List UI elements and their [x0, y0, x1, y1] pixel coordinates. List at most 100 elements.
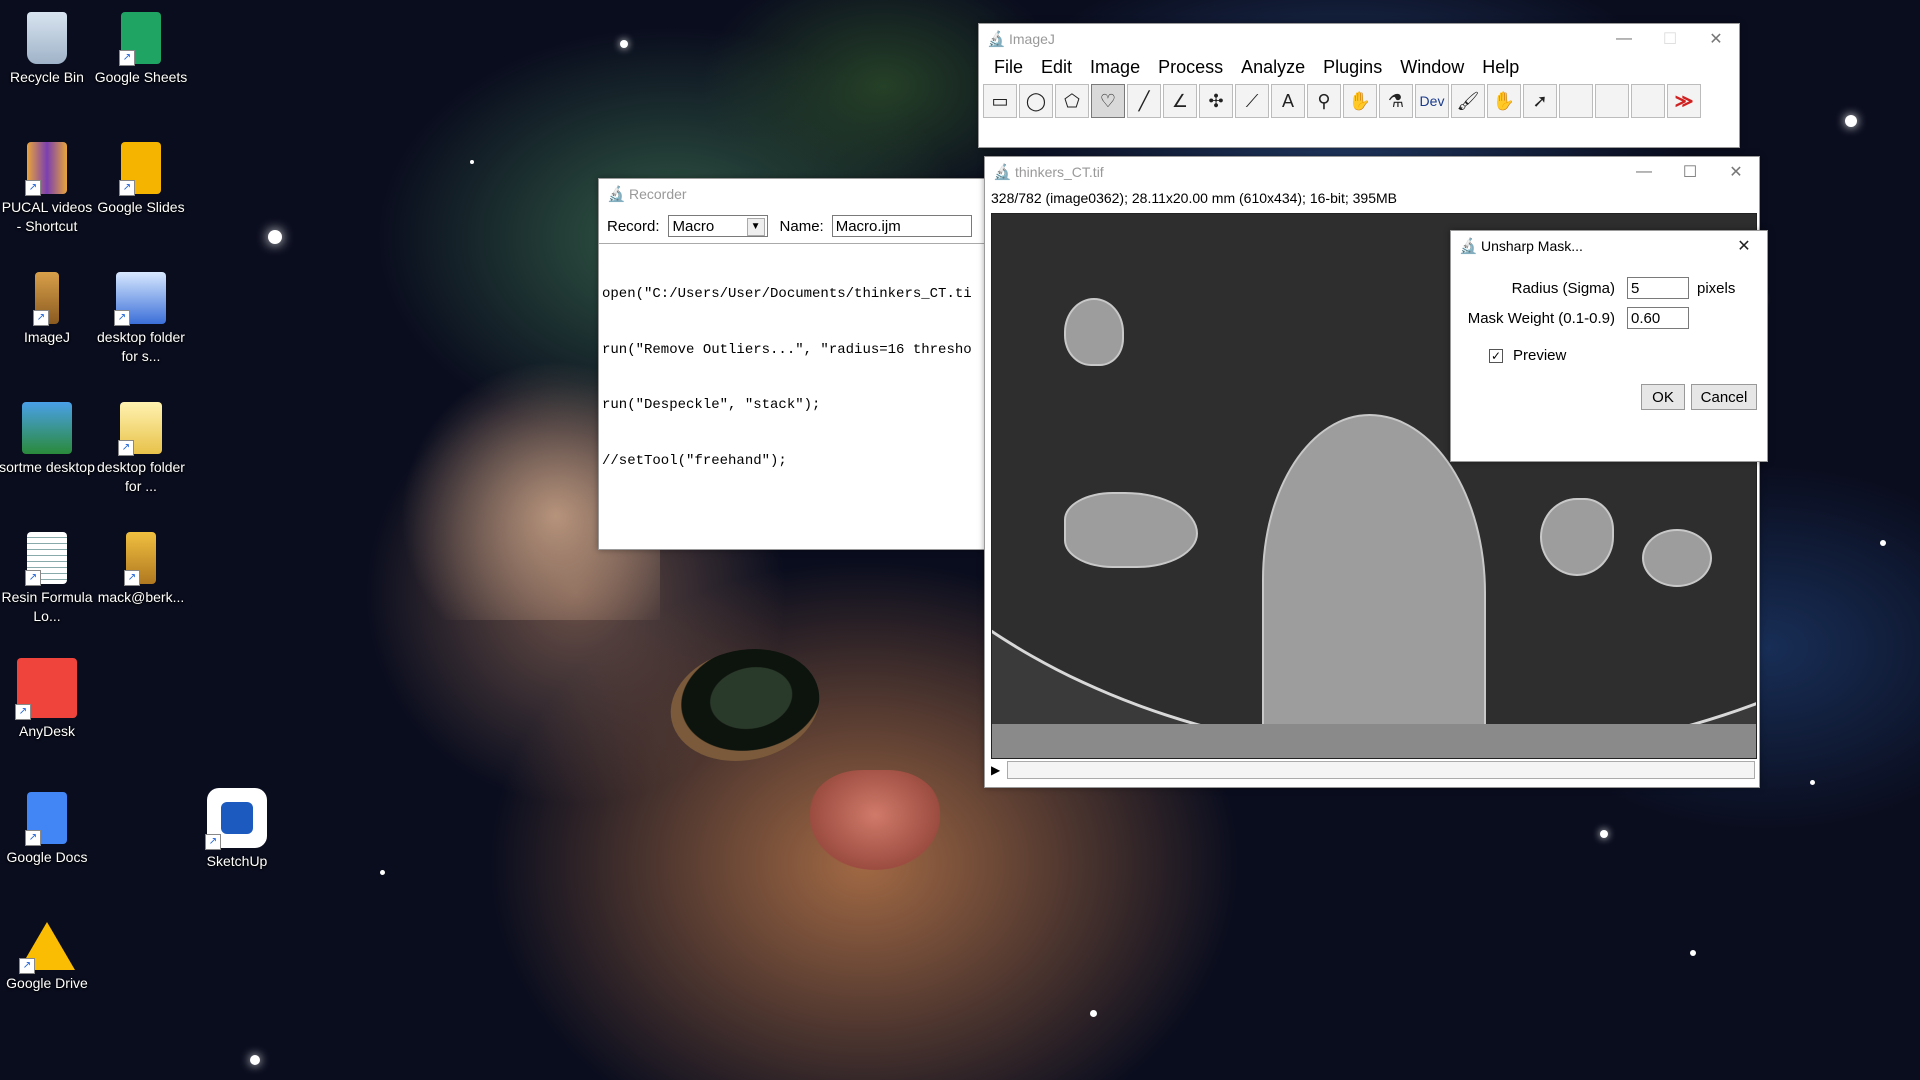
desktop-icon-google-drive[interactable]: ↗ Google Drive [0, 918, 95, 993]
preview-checkbox[interactable]: ✓ [1489, 348, 1503, 363]
menu-help[interactable]: Help [1473, 57, 1528, 78]
stack-scrollbar[interactable]: ▶ [991, 761, 1755, 779]
menu-analyze[interactable]: Analyze [1232, 57, 1314, 78]
oval-tool-icon[interactable]: ◯ [1019, 84, 1053, 118]
record-type-select[interactable]: Macro ▼ [667, 215, 768, 237]
desktop-icon-label: desktop folder for s... [97, 329, 185, 364]
window-title: Recorder [629, 186, 687, 202]
more-tools-icon[interactable]: ≫ [1667, 84, 1701, 118]
window-title: ImageJ [1009, 31, 1055, 47]
ct-base [992, 724, 1756, 758]
close-icon[interactable]: ✕ [1721, 231, 1767, 261]
imagej-titlebar[interactable]: 🔬 ImageJ — ☐ ✕ [979, 24, 1739, 54]
point-tool-icon[interactable]: ✣ [1199, 84, 1233, 118]
desktop-icon-google-slides[interactable]: ↗ Google Slides [93, 138, 189, 217]
minimize-icon[interactable]: — [1621, 157, 1667, 187]
desktop-icon-sketchup[interactable]: ↗ SketchUp [189, 788, 285, 871]
imagej-window: 🔬 ImageJ — ☐ ✕ File Edit Image Process A… [978, 23, 1740, 148]
cancel-button[interactable]: Cancel [1691, 384, 1757, 410]
imagej-menubar: File Edit Image Process Analyze Plugins … [979, 54, 1739, 80]
desktop-icon-anydesk[interactable]: ↗ AnyDesk [0, 658, 95, 741]
desktop-icon-desktop-folder[interactable]: ↗ desktop folder for ... [93, 398, 189, 496]
ct-region [1642, 529, 1712, 587]
ok-button[interactable]: OK [1641, 384, 1685, 410]
color-picker-tool-icon[interactable]: ⚗ [1379, 84, 1413, 118]
flood-fill-tool-icon[interactable]: ✋ [1487, 84, 1521, 118]
macro-name-input[interactable]: Macro.ijm [831, 215, 972, 237]
desktop-icon-label: PUCAL videos - Shortcut [1, 199, 93, 234]
unsharp-mask-dialog: 🔬 Unsharp Mask... ✕ Radius (Sigma) 5 pix… [1450, 230, 1768, 462]
close-icon[interactable]: ✕ [1713, 157, 1759, 187]
dialog-title: Unsharp Mask... [1481, 238, 1583, 254]
cat-eye [660, 635, 830, 775]
desktop-icon-desktop-folder-s[interactable]: ↗ desktop folder for s... [93, 268, 189, 366]
desktop-icon-mack-berk[interactable]: ↗ mack@berk... [93, 528, 189, 607]
desktop-icon-label: AnyDesk [18, 723, 76, 739]
arrow-tool-icon[interactable]: ➚ [1523, 84, 1557, 118]
desktop-icon-google-docs[interactable]: ↗ Google Docs [0, 788, 95, 867]
desktop-icon-label: sortme desktop [0, 459, 95, 475]
scroll-tool-icon[interactable]: ✋ [1343, 84, 1377, 118]
play-icon[interactable]: ▶ [991, 763, 1007, 777]
preview-label: Preview [1513, 347, 1567, 364]
radius-input[interactable]: 5 [1627, 277, 1689, 299]
scrollbar-track[interactable] [1007, 761, 1755, 779]
imagej-icon: 🔬 [1459, 238, 1478, 255]
recorder-titlebar[interactable]: 🔬 Recorder [599, 179, 989, 209]
menu-window[interactable]: Window [1391, 57, 1473, 78]
imagej-icon: 🔬 [993, 164, 1012, 181]
anydesk-icon: ↗ [15, 658, 77, 720]
document-icon: ↗ [25, 532, 67, 586]
record-label: Record: [607, 217, 660, 235]
chevron-down-icon: ▼ [746, 218, 765, 236]
ct-region [1064, 298, 1124, 366]
desktop-icon-imagej[interactable]: ↗ ImageJ [0, 268, 95, 347]
code-line: run("Remove Outliers...", "radius=16 thr… [602, 341, 972, 358]
code-line: //setTool("freehand"); [602, 452, 787, 469]
google-docs-icon: ↗ [25, 792, 67, 846]
angle-tool-icon[interactable]: ∠ [1163, 84, 1197, 118]
polygon-tool-icon[interactable]: ⬠ [1055, 84, 1089, 118]
dev-menu-button[interactable]: Dev [1415, 84, 1449, 118]
desktop-icon-label: Google Docs [6, 849, 88, 865]
maximize-icon[interactable]: ☐ [1647, 24, 1693, 54]
macro-code-editor[interactable]: open("C:/Users/User/Documents/thinkers_C… [599, 243, 989, 511]
menu-image[interactable]: Image [1081, 57, 1149, 78]
minimize-icon[interactable]: — [1601, 24, 1647, 54]
imagej-icon: ↗ [33, 272, 59, 326]
google-slides-icon: ↗ [119, 142, 161, 196]
desktop-icon-label: SketchUp [206, 853, 268, 869]
magnifier-tool-icon[interactable]: ⚲ [1307, 84, 1341, 118]
desktop-icon-label: Google Slides [97, 199, 185, 215]
desktop-icon-pucal-videos[interactable]: ↗ PUCAL videos - Shortcut [0, 138, 95, 236]
desktop-icon-sortme-desktop[interactable]: sortme desktop [0, 398, 95, 477]
monitor-icon: ↗ [114, 272, 166, 326]
empty-tool-slot [1595, 84, 1629, 118]
rectangle-tool-icon[interactable]: ▭ [983, 84, 1017, 118]
brush-tool-icon[interactable]: 🖌 [1451, 84, 1485, 118]
menu-edit[interactable]: Edit [1032, 57, 1081, 78]
recorder-window: 🔬 Recorder Record: Macro ▼ Name: Macro.i… [598, 178, 990, 550]
wand-tool-icon[interactable]: ⟋ [1235, 84, 1269, 118]
desktop-icon-label: ImageJ [24, 329, 70, 345]
line-tool-icon[interactable]: ╱ [1127, 84, 1161, 118]
desktop-icon-google-sheets[interactable]: ↗ Google Sheets [93, 8, 189, 87]
menu-file[interactable]: File [985, 57, 1032, 78]
desktop-icon-recycle-bin[interactable]: Recycle Bin [0, 8, 95, 87]
text-tool-icon[interactable]: A [1271, 84, 1305, 118]
dialog-titlebar[interactable]: 🔬 Unsharp Mask... ✕ [1451, 231, 1767, 261]
menu-plugins[interactable]: Plugins [1314, 57, 1391, 78]
mask-weight-label: Mask Weight (0.1-0.9) [1467, 309, 1615, 327]
folder-shortcut-icon: ↗ [25, 142, 67, 196]
menu-process[interactable]: Process [1149, 57, 1232, 78]
mask-weight-input[interactable]: 0.60 [1627, 307, 1689, 329]
close-icon[interactable]: ✕ [1693, 24, 1739, 54]
desktop-icon-label: desktop folder for ... [97, 459, 185, 494]
image-titlebar[interactable]: 🔬 thinkers_CT.tif — ☐ ✕ [985, 157, 1759, 187]
code-line: run("Despeckle", "stack"); [602, 397, 821, 413]
radius-label: Radius (Sigma) [1511, 279, 1615, 297]
desktop-icon-resin-formula[interactable]: ↗ Resin Formula Lo... [0, 528, 95, 626]
maximize-icon[interactable]: ☐ [1667, 157, 1713, 187]
computer-icon [22, 402, 72, 454]
freehand-tool-icon[interactable]: ♡ [1091, 84, 1125, 118]
